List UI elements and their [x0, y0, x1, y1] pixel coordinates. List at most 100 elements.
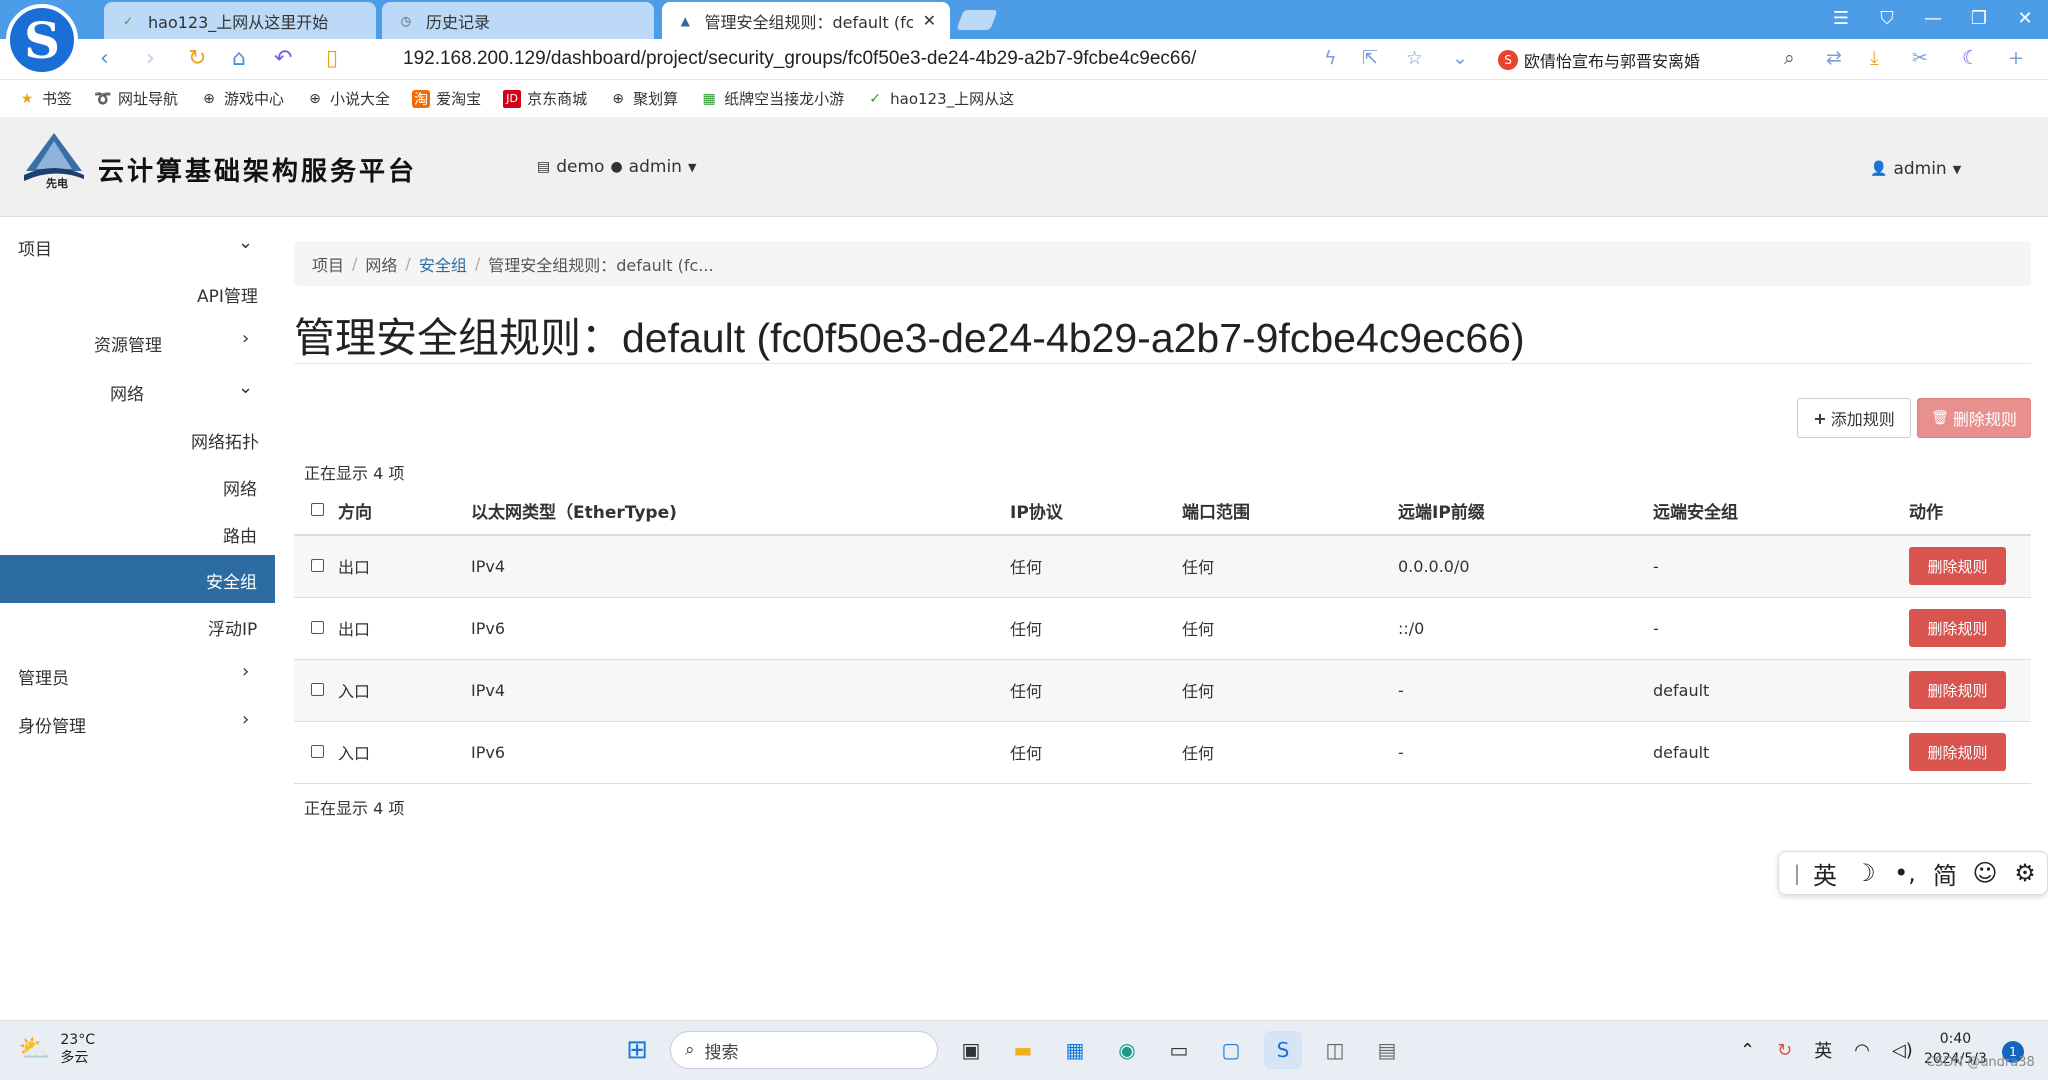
restore-icon[interactable]: ❐ — [1956, 8, 2002, 29]
chevron-right-icon[interactable]: › — [242, 328, 249, 349]
minimize-icon[interactable]: — — [1910, 8, 1956, 29]
bookmark-item[interactable]: ➰ 网址导航 — [94, 88, 178, 109]
download-icon[interactable]: ⤓ — [1870, 47, 1878, 69]
url-input[interactable]: 192.168.200.129/dashboard/project/securi… — [403, 48, 1196, 70]
sidebar-item-routers[interactable]: 路由 — [223, 522, 257, 547]
select-all-checkbox[interactable] — [311, 502, 324, 516]
ime-mode-toggle[interactable]: 英 — [1805, 856, 1845, 891]
store-icon[interactable]: ▦ — [1056, 1031, 1094, 1069]
row-checkbox[interactable] — [311, 558, 324, 572]
sync-icon[interactable]: ↻ — [1777, 1040, 1792, 1061]
search-icon[interactable]: ⌕ — [1784, 47, 1795, 69]
tab-security-rules[interactable]: ▲ 管理安全组规则：default (fc0f ✕ — [662, 2, 950, 39]
share-icon[interactable]: ⇱ — [1362, 47, 1378, 69]
terminal-icon[interactable]: ▭ — [1160, 1031, 1198, 1069]
bookmark-item[interactable]: ⊕ 小说大全 — [306, 88, 390, 109]
lightning-icon[interactable]: ϟ — [1324, 47, 1337, 69]
column-header[interactable]: IP协议 — [1010, 487, 1182, 536]
menu-icon[interactable]: ☰ — [1818, 8, 1864, 29]
refresh-icon[interactable]: ↻ — [188, 46, 206, 71]
chevron-right-icon[interactable]: › — [242, 661, 249, 682]
row-checkbox[interactable] — [311, 620, 324, 634]
sidebar-item-floating-ip[interactable]: 浮动IP — [208, 615, 257, 640]
add-rule-button[interactable]: + 添加规则 — [1797, 398, 1911, 438]
bookmark-item[interactable]: JD 京东商城 — [503, 88, 587, 109]
news-ticker[interactable]: S 欧倩怡宣布与郭晋安离婚 — [1498, 48, 1700, 72]
sidebar-item-api[interactable]: API管理 — [197, 282, 258, 307]
breadcrumb-item[interactable]: 安全组 — [419, 252, 467, 276]
chevron-down-icon[interactable]: ⌄ — [238, 232, 253, 253]
column-header[interactable]: 远端IP前缀 — [1398, 487, 1653, 536]
shirt-icon[interactable]: ⛉ — [1864, 8, 1910, 29]
delete-rules-button[interactable]: 🗑 删除规则 — [1917, 398, 2031, 438]
row-checkbox[interactable] — [311, 744, 324, 758]
wifi-icon[interactable]: ◠ — [1854, 1040, 1870, 1061]
column-header[interactable]: 远端安全组 — [1653, 487, 1909, 536]
undo-icon[interactable]: ↶ — [274, 46, 292, 71]
home-icon[interactable]: ⌂ — [232, 46, 246, 71]
breadcrumb-item[interactable]: 项目 — [312, 252, 344, 276]
task-view-icon[interactable]: ▣ — [952, 1031, 990, 1069]
delete-rule-button[interactable]: 删除规则 — [1909, 671, 2006, 709]
chevron-right-icon[interactable]: › — [242, 709, 249, 730]
sidebar-item-security-groups[interactable]: 安全组 — [206, 568, 257, 593]
moon-icon[interactable]: ☾ — [1962, 47, 1979, 69]
reader-icon[interactable]: ▯ — [326, 46, 338, 71]
app-icon[interactable]: ▤ — [1368, 1031, 1406, 1069]
gear-icon[interactable]: ⚙ — [2005, 859, 2045, 887]
chevron-up-icon[interactable]: ⌃ — [1740, 1040, 1755, 1061]
tab-hao123[interactable]: ✓ hao123_上网从这里开始 — [104, 2, 376, 39]
weather-widget[interactable]: ⛅ 23°C 多云 — [18, 1031, 95, 1067]
drag-handle-icon[interactable]: | — [1789, 861, 1805, 885]
sidebar-item-network-group[interactable]: 网络 — [110, 380, 144, 405]
bookmark-item[interactable]: ✓ hao123_上网从这 — [866, 88, 1014, 109]
tab-history[interactable]: ◷ 历史记录 — [382, 2, 654, 39]
chevron-down-icon[interactable]: ⌄ — [238, 377, 253, 398]
close-window-icon[interactable]: ✕ — [2002, 8, 2048, 29]
delete-rule-button[interactable]: 删除规则 — [1909, 547, 2006, 586]
bookmark-item[interactable]: 淘爱淘宝 — [412, 88, 481, 109]
close-icon[interactable]: ✕ — [923, 11, 936, 30]
sidebar-item-topology[interactable]: 网络拓扑 — [191, 428, 259, 453]
taskbar-search[interactable]: ⌕ 搜索 — [670, 1031, 938, 1069]
new-tab-button[interactable] — [956, 10, 998, 30]
plus-icon[interactable]: + — [2008, 47, 2024, 69]
column-header[interactable]: 以太网类型（EtherType) — [471, 487, 1010, 536]
sidebar-item-project[interactable]: 项目 — [18, 235, 52, 260]
punctuation-icon[interactable]: •, — [1885, 859, 1925, 887]
chevron-down-icon[interactable]: ⌄ — [1452, 47, 1468, 69]
edge-icon[interactable]: ◉ — [1108, 1031, 1146, 1069]
project-switcher[interactable]: ▤ demo ● admin ▼ — [537, 157, 696, 177]
forward-icon[interactable]: › — [146, 46, 155, 71]
bookmark-item[interactable]: ★ 书签 — [18, 88, 72, 109]
file-explorer-icon[interactable]: ▬ — [1004, 1031, 1042, 1069]
scissors-icon[interactable]: ✂ — [1912, 47, 1928, 69]
translate-icon[interactable]: ⇄ — [1826, 47, 1842, 69]
emoji-icon[interactable]: ☺ — [1965, 859, 2005, 887]
sidebar-item-networks[interactable]: 网络 — [223, 475, 257, 500]
windows-start-icon[interactable]: ⊞ — [618, 1031, 656, 1069]
vmware-icon[interactable]: ▢ — [1212, 1031, 1250, 1069]
ime-simplified-toggle[interactable]: 简 — [1925, 856, 1965, 891]
language-indicator[interactable]: 英 — [1814, 1037, 1832, 1063]
sidebar-item-resource[interactable]: 资源管理 — [94, 331, 162, 356]
breadcrumb-item[interactable]: 网络 — [365, 252, 397, 276]
sidebar-item-identity[interactable]: 身份管理 — [18, 712, 86, 737]
star-icon[interactable]: ☆ — [1406, 47, 1423, 69]
bookmark-item[interactable]: ▦ 纸牌空当接龙小游 — [700, 88, 844, 109]
speaker-icon[interactable]: ◁) — [1892, 1040, 1913, 1061]
sidebar-item-admin[interactable]: 管理员 — [18, 664, 69, 689]
sogou-browser-logo[interactable]: S — [6, 4, 78, 76]
sogou-browser-icon[interactable]: S — [1264, 1031, 1302, 1069]
bookmark-item[interactable]: ⊕ 游戏中心 — [200, 88, 284, 109]
delete-rule-button[interactable]: 删除规则 — [1909, 609, 2006, 647]
bookmark-item[interactable]: ⊕ 聚划算 — [609, 88, 678, 109]
moon-icon[interactable]: ☽ — [1845, 859, 1885, 887]
app-icon[interactable]: ◫ — [1316, 1031, 1354, 1069]
row-checkbox[interactable] — [311, 682, 324, 696]
column-header[interactable]: 端口范围 — [1182, 487, 1398, 536]
delete-rule-button[interactable]: 删除规则 — [1909, 733, 2006, 771]
column-header[interactable]: 方向 — [338, 487, 471, 536]
back-icon[interactable]: ‹ — [100, 46, 109, 71]
user-menu[interactable]: 👤 admin ▼ — [1870, 159, 1961, 179]
